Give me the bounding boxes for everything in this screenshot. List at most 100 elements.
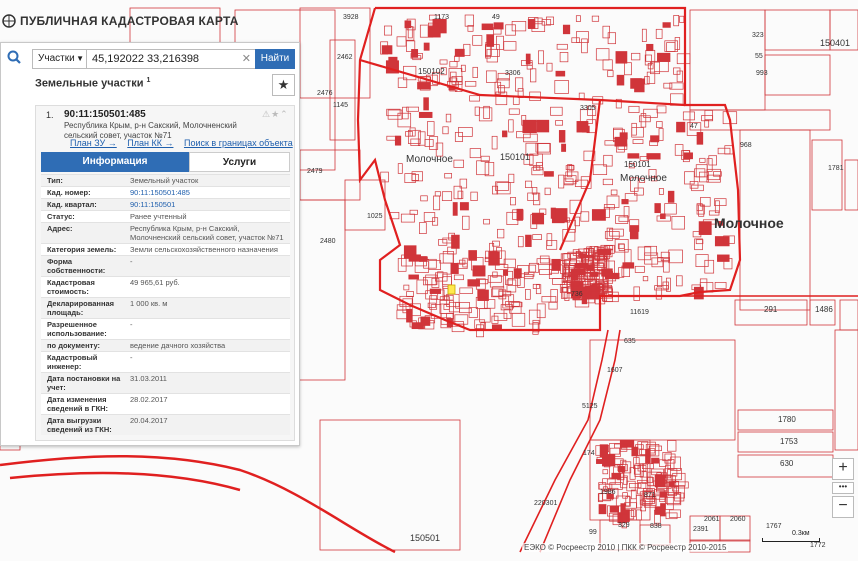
- zoom-in-button[interactable]: +: [832, 458, 854, 480]
- plan-kk-link[interactable]: План КК →: [127, 138, 173, 148]
- property-row: Разрешенное использование: -: [41, 318, 290, 339]
- property-label: Декларированная площадь:: [47, 299, 115, 317]
- search-type-select[interactable]: Участки ▼: [32, 49, 89, 69]
- clear-icon[interactable]: ✕: [242, 50, 251, 68]
- parcel: [555, 70, 566, 77]
- parcel: [450, 262, 459, 274]
- property-row: Кадастровая стоимость: 49 965,61 руб.: [41, 276, 290, 297]
- property-label: Кад. квартал:: [47, 200, 97, 209]
- parcel: [459, 202, 469, 211]
- parcel: [696, 132, 704, 145]
- map-label: 736: [571, 291, 583, 298]
- property-label: Кад. номер:: [47, 188, 91, 197]
- parcel: [503, 269, 509, 276]
- property-label: Адрес:: [47, 224, 73, 233]
- map-label: 220301: [534, 500, 557, 507]
- favorite-button[interactable]: ★: [272, 74, 295, 96]
- map-label: 630: [780, 459, 794, 468]
- parcel: [621, 199, 629, 205]
- parcel: [454, 48, 465, 57]
- search-input[interactable]: 45,192022 33,216398 ✕: [86, 49, 256, 69]
- attribution: ЕЭКО © Росреестр 2010 | ПКК © Росреестр …: [522, 543, 729, 552]
- chevron-down-icon: ▼: [76, 54, 84, 63]
- property-label: Дата постановки на учет:: [47, 374, 121, 392]
- property-value: 49 965,61 руб.: [130, 278, 180, 287]
- search-icon[interactable]: [7, 50, 21, 64]
- map-label: Молочное: [620, 173, 667, 184]
- parcel: [676, 121, 686, 133]
- property-row: Форма собственности: -: [41, 255, 290, 276]
- app-title: ПУБЛИЧНАЯ КАДАСТРОВАЯ КАРТА: [20, 14, 239, 28]
- parcel: [630, 78, 642, 89]
- property-row: Статус: Ранее учтенный: [41, 210, 290, 222]
- parcel: [581, 125, 590, 133]
- tab-info[interactable]: Информация: [41, 152, 189, 172]
- property-value: 28.02.2017: [130, 395, 168, 404]
- map-label: 1173: [434, 14, 449, 21]
- warning-icon[interactable]: ⚠: [262, 109, 271, 119]
- section-title: Земельные участки 1: [35, 77, 150, 90]
- plan-zu-link[interactable]: План ЗУ →: [70, 138, 117, 148]
- property-value: Земли сельскохозяйственного назначения: [130, 245, 278, 254]
- section-count: 1: [146, 77, 151, 84]
- map-label: 49: [492, 14, 500, 21]
- property-value[interactable]: 90:11:150501:485: [126, 187, 290, 198]
- property-value: -: [130, 257, 133, 266]
- parcel: [662, 22, 671, 28]
- property-label: Статус:: [47, 212, 75, 221]
- map-label: Молочное: [714, 215, 784, 231]
- zoom-level-indicator: •••: [832, 482, 854, 494]
- collapse-icon[interactable]: ⌃: [280, 109, 289, 119]
- parcel: [646, 153, 661, 160]
- map-label: 3928: [343, 14, 359, 21]
- parcel: [622, 262, 635, 269]
- result-number: 1.: [46, 110, 54, 120]
- scale-bar: 0.3км: [762, 530, 822, 544]
- parcel: [579, 253, 586, 259]
- parcel: [467, 279, 480, 287]
- section-title-text: Земельные участки: [35, 77, 144, 90]
- map-label: 2391: [693, 526, 709, 533]
- parcel: [525, 234, 532, 247]
- tab-services[interactable]: Услуги: [189, 152, 290, 172]
- map-label: 174: [583, 450, 595, 457]
- parcel: [657, 52, 671, 62]
- property-row: Дата постановки на учет: 31.03.2011: [41, 372, 290, 393]
- map-label: 1767: [766, 523, 782, 530]
- map-label: 1986: [600, 489, 616, 496]
- parcel: [522, 119, 537, 134]
- star-icon[interactable]: ★: [271, 109, 280, 119]
- property-value[interactable]: 90:11:150501: [126, 199, 290, 210]
- map-label: 1025: [367, 213, 383, 220]
- properties-table: Тип: Земельный участок Кад. номер: 90:11:15…: [41, 174, 290, 435]
- property-row: Кад. номер: 90:11:150501:485: [41, 186, 290, 198]
- map-label: 150101: [500, 152, 530, 162]
- logo-icon: [2, 14, 16, 28]
- parcel: [602, 454, 616, 467]
- property-row: Дата изменения сведений в ГКН: 28.02.2017: [41, 393, 290, 414]
- parcel: [536, 119, 550, 133]
- map-label: 2480: [320, 238, 336, 245]
- property-row: Категория земель: Земли сельскохозяйствен…: [41, 243, 290, 255]
- parcel: [381, 45, 393, 55]
- find-button[interactable]: Найти: [255, 49, 295, 69]
- search-row: Участки ▼ 45,192022 33,216398 ✕ Найти: [1, 47, 299, 69]
- parcel: [420, 316, 431, 326]
- app-header: ПУБЛИЧНАЯ КАДАСТРОВАЯ КАРТА: [0, 10, 239, 32]
- map-label: Молочное: [406, 154, 453, 165]
- parcel: [516, 208, 523, 221]
- parcel: [502, 130, 508, 138]
- zoom-out-button[interactable]: −: [832, 496, 854, 518]
- selected-parcel-highlight[interactable]: [447, 284, 456, 295]
- parcel: [714, 236, 730, 247]
- property-label: Форма собственности:: [47, 257, 106, 275]
- result-cad-number[interactable]: 90:11:150501:485: [64, 109, 146, 120]
- result-card[interactable]: 1. 90:11:150501:485 Республика Крым, р-н…: [35, 105, 295, 441]
- property-row: Тип: Земельный участок: [41, 174, 290, 186]
- map-label: 291: [764, 305, 778, 314]
- parcel: [629, 225, 639, 240]
- parcel: [561, 143, 567, 152]
- parcel: [683, 152, 693, 160]
- parcel: [408, 254, 421, 262]
- map-label: 1145: [333, 102, 348, 109]
